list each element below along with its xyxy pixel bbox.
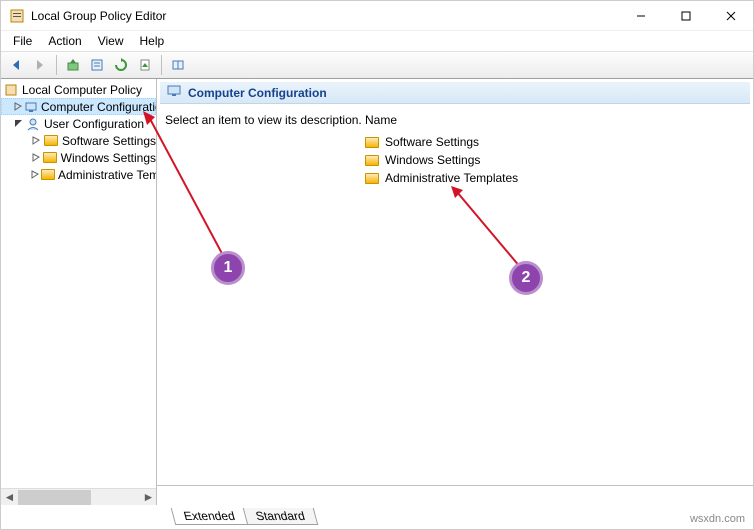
- list-item[interactable]: Administrative Templates: [365, 169, 745, 187]
- expand-icon[interactable]: [31, 152, 41, 163]
- scroll-thumb[interactable]: [18, 490, 91, 505]
- description-text: Select an item to view its description.: [165, 113, 365, 127]
- up-button[interactable]: [62, 54, 84, 76]
- filter-button[interactable]: [167, 54, 189, 76]
- menu-file[interactable]: File: [5, 32, 40, 50]
- tree-label: Local Computer Policy: [22, 83, 142, 97]
- tab-standard[interactable]: Standard: [242, 508, 317, 525]
- scroll-track[interactable]: [18, 490, 140, 505]
- close-button[interactable]: [708, 1, 753, 31]
- expand-icon[interactable]: [31, 135, 42, 146]
- list-label: Software Settings: [385, 135, 479, 149]
- tree-label: Computer Configuration: [41, 100, 157, 114]
- tab-extended[interactable]: Extended: [171, 508, 247, 525]
- export-button[interactable]: [134, 54, 156, 76]
- folder-icon: [365, 137, 379, 148]
- tree-admin-templates[interactable]: Administrative Templates: [1, 166, 156, 183]
- folder-icon: [43, 133, 59, 149]
- tree-windows-settings[interactable]: Windows Settings: [1, 149, 156, 166]
- folder-icon: [365, 155, 379, 166]
- tree-pane: Local Computer Policy Computer Configura…: [1, 79, 157, 505]
- app-icon: [9, 8, 25, 24]
- menu-bar: File Action View Help: [1, 31, 753, 51]
- tree-computer-config[interactable]: Computer Configuration: [1, 98, 156, 115]
- list-item[interactable]: Windows Settings: [365, 151, 745, 169]
- folder-icon: [365, 173, 379, 184]
- toolbar-separator: [56, 55, 57, 75]
- list-area: Software Settings Windows Settings Admin…: [157, 131, 753, 189]
- collapse-icon[interactable]: [13, 118, 24, 129]
- tree-label: Windows Settings: [61, 151, 156, 165]
- column-header-name[interactable]: Name: [365, 113, 397, 127]
- tree-user-config[interactable]: User Configuration: [1, 115, 156, 132]
- tree-label: User Configuration: [44, 117, 144, 131]
- computer-icon: [24, 99, 38, 115]
- list-label: Windows Settings: [385, 153, 480, 167]
- properties-button[interactable]: [86, 54, 108, 76]
- folder-icon: [41, 167, 55, 183]
- computer-icon: [166, 83, 182, 102]
- tree-label: Software Settings: [62, 134, 156, 148]
- menu-view[interactable]: View: [90, 32, 132, 50]
- content-header: Computer Configuration: [160, 82, 750, 104]
- toolbar: [1, 51, 753, 79]
- description-row: Select an item to view its description. …: [157, 107, 753, 131]
- forward-button[interactable]: [29, 54, 51, 76]
- content-title: Computer Configuration: [188, 86, 327, 100]
- scroll-right-icon[interactable]: ►: [140, 489, 157, 506]
- annotation-badge-2: 2: [509, 261, 543, 295]
- window-title: Local Group Policy Editor: [31, 9, 618, 23]
- tab-divider: [157, 485, 753, 486]
- policy-icon: [3, 82, 19, 98]
- tree-label: Administrative Templates: [58, 168, 157, 182]
- tree-software-settings[interactable]: Software Settings: [1, 132, 156, 149]
- maximize-button[interactable]: [663, 1, 708, 31]
- content-pane: Computer Configuration Select an item to…: [157, 79, 753, 505]
- menu-action[interactable]: Action: [40, 32, 89, 50]
- scroll-left-icon[interactable]: ◄: [1, 489, 18, 506]
- menu-help[interactable]: Help: [132, 32, 173, 50]
- list-item[interactable]: Software Settings: [365, 133, 745, 151]
- folder-icon: [42, 150, 57, 166]
- list-label: Administrative Templates: [385, 171, 518, 185]
- annotation-badge-1: 1: [211, 251, 245, 285]
- expand-icon[interactable]: [31, 169, 40, 180]
- minimize-button[interactable]: [618, 1, 663, 31]
- back-button[interactable]: [5, 54, 27, 76]
- tree-root[interactable]: Local Computer Policy: [1, 81, 156, 98]
- refresh-button[interactable]: [110, 54, 132, 76]
- title-bar: Local Group Policy Editor: [1, 1, 753, 31]
- bottom-tabs: Extended Standard: [173, 505, 315, 525]
- user-icon: [25, 116, 41, 132]
- footer-watermark: wsxdn.com: [690, 509, 745, 529]
- tree-scrollbar[interactable]: ◄ ►: [1, 488, 157, 505]
- expand-icon[interactable]: [14, 101, 23, 112]
- main-area: Local Computer Policy Computer Configura…: [1, 79, 753, 505]
- toolbar-separator: [161, 55, 162, 75]
